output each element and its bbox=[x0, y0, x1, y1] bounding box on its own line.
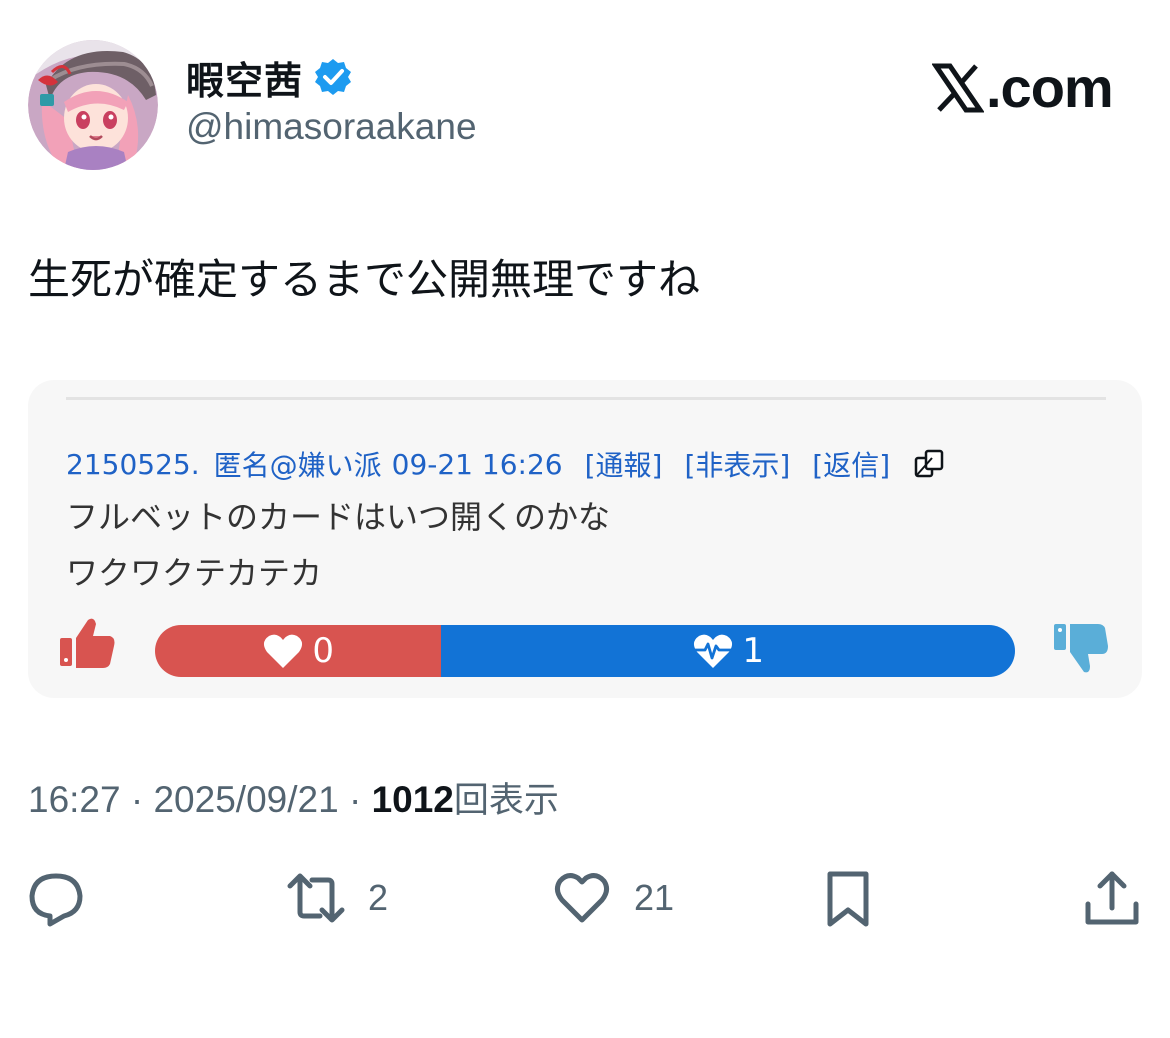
bookmark-button[interactable] bbox=[818, 866, 878, 930]
x-logo-icon bbox=[932, 62, 984, 114]
separator: · bbox=[348, 779, 362, 820]
vote-bar: 0 1 bbox=[155, 625, 1015, 677]
post-body-line: フルベットのカードはいつ開くのかな bbox=[66, 498, 611, 536]
view-count-label: 回表示 bbox=[453, 781, 559, 821]
like-vote-count: 0 bbox=[312, 631, 334, 671]
user-handle[interactable]: @himasoraakane bbox=[186, 106, 477, 148]
x-logo-text: .com bbox=[986, 56, 1114, 119]
quoted-post-card[interactable]: 2150525. 匿名@嫌い派 09-21 16:26 [通報] [非表示] [… bbox=[28, 380, 1142, 698]
heart-icon bbox=[262, 632, 304, 670]
like-vote-segment[interactable]: 0 bbox=[155, 625, 442, 677]
thumbs-up-icon[interactable] bbox=[58, 614, 116, 672]
post-number[interactable]: 2150525. bbox=[66, 448, 200, 481]
bookmark-icon bbox=[818, 868, 878, 928]
like-button[interactable]: 21 bbox=[552, 866, 674, 930]
tweet-timestamp: 16:27 · 2025/09/21 · 1012回表示 bbox=[28, 772, 559, 823]
share-icon bbox=[1082, 868, 1142, 928]
dislike-vote-count: 1 bbox=[742, 631, 764, 671]
retweet-button[interactable]: 2 bbox=[286, 866, 388, 930]
hide-link[interactable]: [非表示] bbox=[684, 444, 790, 484]
view-count[interactable]: 1012 bbox=[372, 779, 454, 820]
copy-icon[interactable] bbox=[912, 446, 948, 482]
avatar[interactable] bbox=[28, 40, 158, 170]
tweet-action-bar: 2 21 bbox=[0, 860, 1170, 940]
reply-link[interactable]: [返信] bbox=[812, 444, 890, 484]
verified-badge-icon bbox=[313, 57, 353, 97]
post-datetime: 09-21 16:26 bbox=[391, 447, 563, 481]
post-body-line: ワクワクテカテカ bbox=[66, 554, 323, 592]
thumbs-down-icon[interactable] bbox=[1052, 620, 1110, 678]
separator: · bbox=[130, 779, 144, 820]
x-brand-logo: .com bbox=[932, 56, 1114, 120]
like-count: 21 bbox=[634, 877, 675, 918]
reply-button[interactable] bbox=[26, 866, 86, 930]
retweet-icon bbox=[286, 868, 346, 928]
post-meta: 2150525. 匿名@嫌い派 09-21 16:26 [通報] [非表示] [… bbox=[66, 444, 970, 484]
post-author: 匿名@嫌い派 bbox=[213, 449, 382, 482]
retweet-count: 2 bbox=[368, 877, 389, 918]
dislike-vote-segment[interactable]: 1 bbox=[441, 625, 1015, 677]
share-button[interactable] bbox=[1082, 866, 1142, 930]
card-divider bbox=[66, 397, 1106, 400]
heart-pulse-icon bbox=[692, 632, 734, 670]
author-name-row[interactable]: 暇空茜 bbox=[186, 50, 353, 105]
display-name[interactable]: 暇空茜 bbox=[186, 50, 303, 105]
report-link[interactable]: [通報] bbox=[585, 444, 663, 484]
reply-icon bbox=[26, 868, 86, 928]
tweet-date[interactable]: 2025/09/21 bbox=[153, 779, 338, 820]
heart-icon bbox=[552, 868, 612, 928]
tweet-text: 生死が確定するまで公開無理ですね bbox=[28, 255, 701, 304]
tweet-time[interactable]: 16:27 bbox=[28, 779, 121, 820]
